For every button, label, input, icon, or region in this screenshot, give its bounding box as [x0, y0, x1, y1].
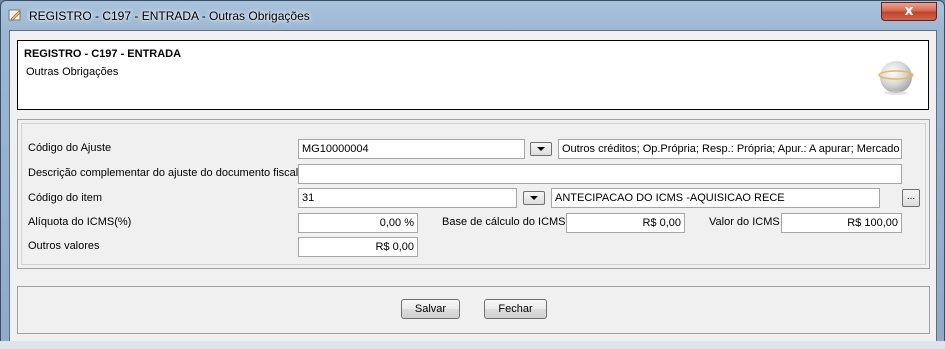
codigo-item-input[interactable]: 31 — [298, 188, 517, 208]
button-panel: Salvar Fechar — [17, 286, 930, 334]
base-calculo-input[interactable]: R$ 0,00 — [566, 213, 685, 233]
title-bar[interactable]: REGISTRO - C197 - ENTRADA - Outras Obrig… — [1, 1, 944, 29]
valor-icms-input[interactable]: R$ 100,00 — [781, 213, 902, 233]
close-window-button[interactable]: x — [881, 2, 937, 21]
close-icon: x — [904, 3, 914, 19]
base-calculo-label: Base de cálculo do ICMS — [442, 216, 566, 228]
background-window-strip — [0, 341, 945, 349]
aliquota-input[interactable]: 0,00 % — [298, 213, 418, 233]
codigo-ajuste-input[interactable]: MG10000004 — [298, 139, 525, 159]
window-title: REGISTRO - C197 - ENTRADA - Outras Obrig… — [29, 9, 310, 23]
descricao-complementar-label: Descrição complementar do ajuste do docu… — [28, 167, 299, 179]
codigo-item-lookup-button[interactable]: ... — [902, 189, 920, 207]
codigo-ajuste-label: Código do Ajuste — [28, 142, 112, 154]
descricao-complementar-input[interactable] — [298, 164, 902, 184]
codigo-ajuste-description: Outros créditos; Op.Própria; Resp.: Próp… — [558, 139, 902, 159]
save-button[interactable]: Salvar — [401, 299, 460, 319]
close-button[interactable]: Fechar — [484, 299, 547, 319]
header-subtitle: Outras Obrigações — [26, 66, 119, 78]
aliquota-label: Alíquota do ICMS(%) — [28, 216, 132, 228]
header-panel: REGISTRO - C197 - ENTRADA Outras Obrigaç… — [17, 40, 929, 110]
codigo-item-dropdown-button[interactable] — [523, 191, 545, 205]
globe-logo-icon — [878, 61, 914, 95]
header-title: REGISTRO - C197 - ENTRADA — [24, 48, 182, 60]
outros-valores-label: Outros valores — [28, 240, 100, 252]
outros-valores-input[interactable]: R$ 0,00 — [298, 237, 418, 257]
codigo-ajuste-dropdown-button[interactable] — [530, 142, 552, 156]
dialog-client-area: REGISTRO - C197 - ENTRADA Outras Obrigaç… — [9, 30, 937, 342]
adjustment-form: Código do Ajuste MG10000004 Outros crédi… — [17, 119, 930, 269]
valor-icms-label: Valor do ICMS — [709, 216, 780, 228]
codigo-item-label: Código do item — [28, 192, 102, 204]
dialog-window: REGISTRO - C197 - ENTRADA - Outras Obrig… — [0, 0, 945, 349]
app-pencil-icon — [8, 9, 21, 21]
codigo-item-description: ANTECIPACAO DO ICMS -AQUISICAO RECE — [551, 188, 880, 208]
